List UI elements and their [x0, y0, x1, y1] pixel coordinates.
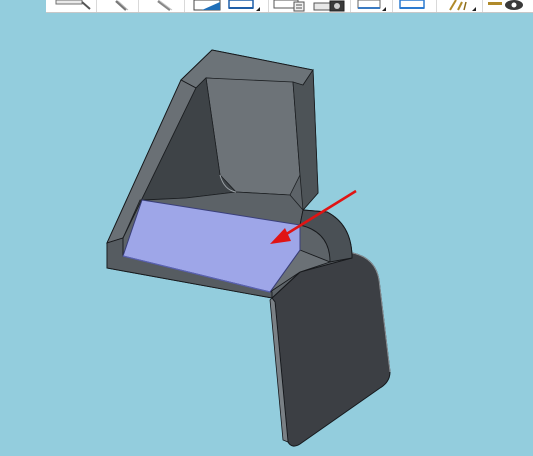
- toolbar-divider: [96, 0, 97, 12]
- toolbar-divider: [482, 0, 483, 12]
- display-style-button[interactable]: [272, 0, 312, 12]
- view-orientation-icon: [226, 0, 266, 12]
- display-style-icon: [272, 0, 312, 12]
- graphics-area[interactable]: [0, 13, 533, 456]
- toolbar-divider: [138, 0, 139, 12]
- zoom-area-icon: [144, 0, 184, 12]
- view-orientation-button[interactable]: [226, 0, 266, 12]
- toolbar-divider: [392, 0, 393, 12]
- part-model[interactable]: [0, 13, 533, 456]
- toolbar-divider: [184, 0, 185, 12]
- view-toolbar: [0, 0, 533, 13]
- render-camera-icon: [312, 0, 352, 12]
- apply-scene-icon: [398, 0, 438, 12]
- toolbar-divider: [350, 0, 351, 12]
- apply-scene-button[interactable]: [398, 0, 438, 12]
- hide-show-items-icon: [488, 0, 528, 12]
- heads-up-view-toolbar: [46, 0, 533, 13]
- zoom-to-fit-icon: [54, 0, 94, 12]
- edit-appearance-button[interactable]: [356, 0, 396, 12]
- hide-show-items-button[interactable]: [488, 0, 528, 12]
- edit-appearance-icon: [356, 0, 396, 12]
- view-settings-icon: [444, 0, 484, 12]
- view-settings-button[interactable]: [444, 0, 484, 12]
- render-camera-button[interactable]: [312, 0, 352, 12]
- toolbar-divider: [436, 0, 437, 12]
- toolbar-divider: [268, 0, 269, 12]
- zoom-area-button[interactable]: [144, 0, 184, 12]
- zoom-to-fit-button[interactable]: [54, 0, 94, 12]
